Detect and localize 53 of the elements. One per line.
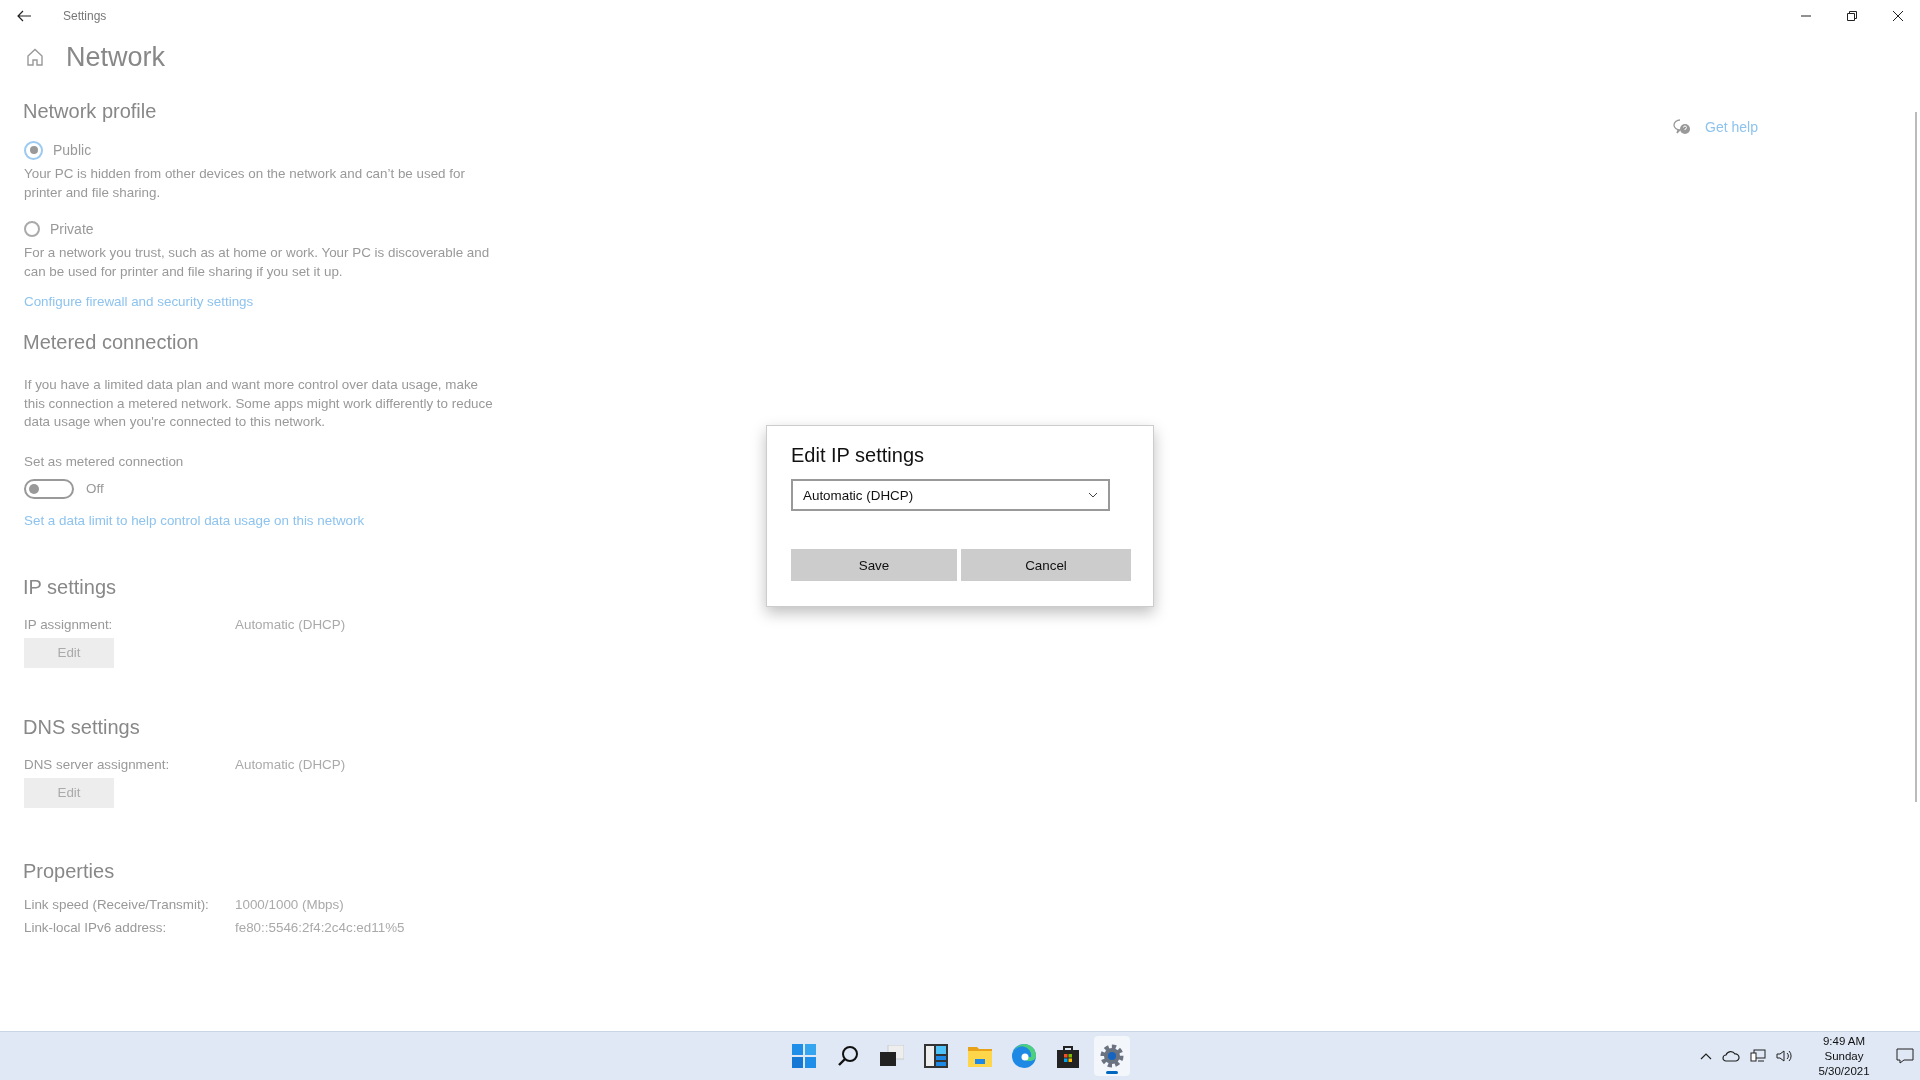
property-value: fe80::5546:2f4:2c4c:ed11%5 — [235, 919, 405, 935]
back-arrow-icon[interactable] — [17, 10, 31, 22]
task-view-icon — [880, 1045, 904, 1067]
home-icon[interactable] — [25, 47, 45, 67]
save-button[interactable]: Save — [791, 549, 957, 581]
window-title: Settings — [63, 9, 107, 23]
clock-time[interactable]: 9:49 AM — [1822, 1033, 1866, 1049]
cancel-button[interactable]: Cancel — [961, 549, 1131, 581]
metered-description: If you have a limited data plan and want more control over data usage, make this connection a metered network. Some apps might work differently to reduce data usage when you're connected to this network. — [24, 376, 494, 431]
option-description: Your PC is hidden from other devices on the network and can’t be used for printer and file sharing. — [24, 165, 466, 202]
store-bag-icon — [1056, 1044, 1080, 1068]
setting-label: IP assignment: — [24, 616, 114, 632]
windows-logo-icon — [792, 1044, 816, 1068]
section-heading: Properties — [23, 859, 116, 883]
section-heading: DNS settings — [23, 715, 141, 739]
setting-value: Automatic (DHCP) — [235, 756, 346, 772]
help-chat-icon — [1673, 119, 1691, 135]
clock-date[interactable]: 5/30/2021 — [1818, 1063, 1870, 1079]
restore-icon[interactable] — [1846, 10, 1858, 22]
notification-icon[interactable] — [1896, 1048, 1914, 1064]
dropdown[interactable]: Automatic (DHCP) — [791, 479, 1110, 511]
cloud-icon[interactable] — [1722, 1050, 1740, 1062]
speaker-icon[interactable] — [1776, 1049, 1794, 1063]
toggle-switch[interactable] — [24, 478, 74, 499]
radio-label: Private — [50, 221, 94, 237]
dialog-title: Edit IP settings — [791, 444, 926, 467]
clock-day[interactable]: Sunday — [1824, 1048, 1864, 1064]
section-heading: Metered connection — [23, 331, 200, 354]
chevron-down-icon — [1088, 492, 1098, 498]
settings-taskbar-button[interactable] — [1094, 1036, 1130, 1076]
toggle-label: Set as metered connection — [24, 453, 185, 469]
folder-icon — [968, 1045, 992, 1067]
radio-button[interactable] — [24, 140, 43, 160]
search-icon — [837, 1045, 859, 1067]
scrollbar[interactable] — [1915, 112, 1917, 802]
radio-button[interactable] — [24, 221, 40, 237]
page-title: Network — [66, 41, 166, 73]
setting-value: Automatic (DHCP) — [235, 616, 346, 632]
option-description: For a network you trust, such as at home or work. Your PC is discoverable and can be used for printer and file sharing if you set it up. — [24, 244, 491, 281]
gear-icon — [1100, 1044, 1124, 1068]
property-label: Link speed (Receive/Transmit): — [24, 896, 210, 912]
network-icon[interactable] — [1750, 1049, 1766, 1063]
section-heading: Network profile — [23, 100, 158, 123]
section-heading: IP settings — [23, 575, 118, 599]
browser-icon — [1012, 1044, 1036, 1068]
property-label: Link-local IPv6 address: — [24, 919, 168, 935]
close-icon[interactable] — [1892, 10, 1904, 22]
radio-label: Public — [53, 142, 92, 158]
toggle-state: Off — [86, 481, 104, 496]
chevron-up-icon[interactable] — [1700, 1052, 1712, 1060]
widgets-icon — [924, 1044, 948, 1068]
setting-label: DNS server assignment: — [24, 756, 171, 772]
property-value: 1000/1000 (Mbps) — [235, 896, 344, 912]
